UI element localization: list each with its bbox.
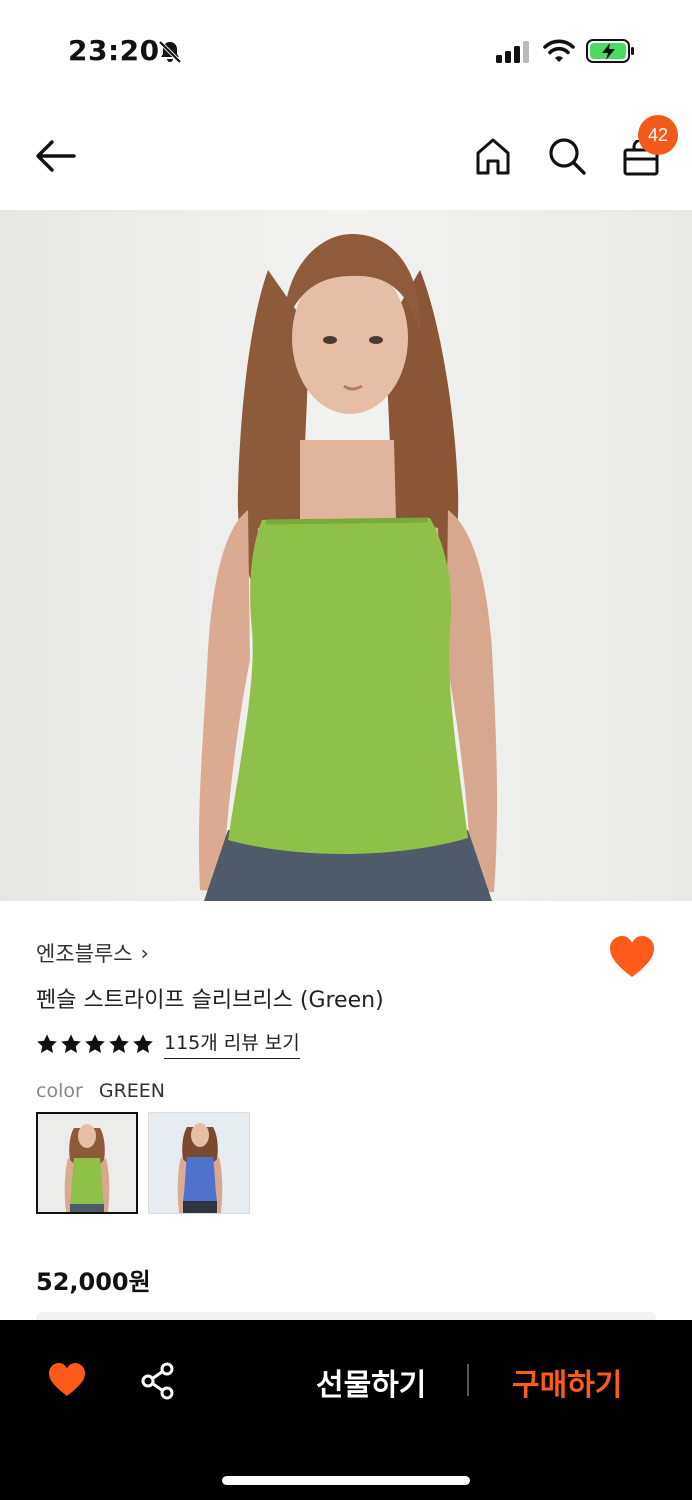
color-swatch-blue[interactable] xyxy=(148,1112,250,1214)
wishlist-heart-icon[interactable] xyxy=(608,935,656,979)
review-link[interactable]: 115개 리뷰 보기 xyxy=(164,1028,300,1059)
buy-button[interactable]: 구매하기 xyxy=(512,1360,622,1404)
product-title: 펜슬 스트라이프 슬리브리스 (Green) xyxy=(36,988,384,1013)
rating-row: 115개 리뷰 보기 xyxy=(36,1028,300,1059)
home-indicator xyxy=(222,1476,470,1485)
model-photo xyxy=(0,210,692,901)
star-icon xyxy=(37,1033,57,1053)
bottom-action-bar: 선물하기 구매하기 xyxy=(0,1320,692,1500)
wifi-icon xyxy=(543,39,575,62)
gift-button[interactable]: 선물하기 xyxy=(316,1360,426,1404)
status-bar: 23:20 xyxy=(0,0,692,100)
swatch-thumbnail-green xyxy=(38,1114,136,1212)
color-selector-label: color GREEN xyxy=(36,1080,165,1102)
bell-slash-icon xyxy=(158,40,182,64)
top-nav-bar xyxy=(0,100,692,210)
star-rating xyxy=(36,1033,154,1055)
home-icon[interactable] xyxy=(474,136,512,176)
star-icon xyxy=(85,1033,105,1053)
color-swatch-green[interactable] xyxy=(36,1112,138,1214)
back-arrow-icon[interactable] xyxy=(34,138,78,174)
brand-link[interactable]: 엔조블루스 › xyxy=(36,938,149,968)
share-icon[interactable] xyxy=(140,1362,176,1400)
color-value: GREEN xyxy=(98,1080,165,1102)
status-time: 23:20 xyxy=(68,34,160,67)
swatch-thumbnail-blue xyxy=(149,1113,249,1213)
chevron-right-icon: › xyxy=(140,941,149,965)
cellular-signal-icon xyxy=(496,41,529,63)
section-divider xyxy=(36,1312,656,1320)
button-divider xyxy=(467,1364,469,1396)
search-icon[interactable] xyxy=(547,136,587,176)
star-icon xyxy=(109,1033,129,1053)
star-icon xyxy=(61,1033,81,1053)
product-main-image[interactable] xyxy=(0,210,692,901)
brand-name: 엔조블루스 xyxy=(36,942,133,966)
battery-charging-icon xyxy=(586,39,634,63)
heart-icon[interactable] xyxy=(48,1362,86,1398)
cart-count-badge: 42 xyxy=(638,115,678,155)
product-price: 52,000원 xyxy=(36,1268,151,1296)
star-icon xyxy=(133,1033,153,1053)
color-label: color xyxy=(36,1080,83,1102)
